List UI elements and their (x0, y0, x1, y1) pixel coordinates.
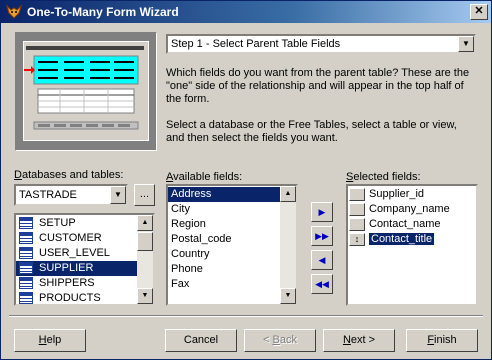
table-list-item[interactable]: SETUP (16, 216, 153, 231)
selected-fields-label: Selected fields: (346, 171, 421, 183)
table-name: SUPPLIER (39, 262, 94, 274)
close-button[interactable]: ✕ (470, 4, 488, 20)
instructions: Which fields do you want from the parent… (166, 67, 476, 158)
divider (9, 315, 483, 317)
available-field-item[interactable]: Region (168, 217, 296, 232)
selected-field-name: Contact_title (369, 233, 435, 245)
move-handle-icon[interactable]: ↕ (349, 232, 365, 246)
scroll-down-icon[interactable]: ▼ (280, 288, 296, 304)
scroll-up-icon[interactable]: ▲ (280, 186, 296, 202)
table-icon (19, 232, 33, 245)
table-name: USER_LEVEL (39, 247, 110, 259)
add-field-button[interactable]: ▶ (311, 202, 333, 222)
databases-label: Databases and tables: (14, 169, 124, 181)
cancel-button[interactable]: Cancel (165, 329, 237, 352)
available-field-item[interactable]: Phone (168, 262, 296, 277)
row-handle-icon[interactable] (349, 217, 365, 231)
table-name: CUSTOMER (39, 232, 102, 244)
step-dropdown-value: Step 1 - Select Parent Table Fields (171, 38, 341, 50)
table-list-item[interactable]: SHIPPERS (16, 276, 153, 291)
tables-scrollbar[interactable]: ▲ ▼ (137, 215, 153, 304)
row-handle-icon[interactable] (349, 187, 365, 201)
selected-field-name: Company_name (369, 203, 450, 215)
back-button[interactable]: < Back (244, 329, 316, 352)
table-list-item[interactable]: SUPPLIER (16, 261, 153, 276)
table-icon (19, 277, 33, 290)
available-fields-label: Available fields: (166, 171, 243, 183)
selected-field-name: Supplier_id (369, 188, 425, 200)
database-dropdown[interactable]: TASTRADE ▼ (14, 184, 128, 206)
available-fields-list[interactable]: Address City Region Postal_code Country Phone… (166, 184, 298, 306)
selected-fields-list[interactable]: Supplier_id Company_name Contact_name ↕ Cont… (346, 184, 478, 306)
help-button[interactable]: Help (14, 329, 86, 352)
table-icon (19, 292, 33, 304)
scroll-up-icon[interactable]: ▲ (137, 215, 153, 231)
database-dropdown-value: TASTRADE (19, 189, 77, 201)
window-title: One-To-Many Form Wizard (27, 5, 179, 19)
selected-field-item[interactable]: Supplier_id (348, 187, 476, 202)
fox-icon (6, 4, 22, 19)
scroll-down-icon[interactable]: ▼ (137, 288, 153, 304)
table-list-item[interactable]: USER_LEVEL (16, 246, 153, 261)
remove-field-button[interactable]: ◀ (311, 250, 333, 270)
available-field-item[interactable]: Fax (168, 277, 296, 292)
available-field-item[interactable]: Address (168, 187, 296, 202)
add-all-fields-button[interactable]: ▶▶ (311, 226, 333, 246)
available-scrollbar[interactable]: ▲ ▼ (280, 186, 296, 304)
table-list-item[interactable]: CUSTOMER (16, 231, 153, 246)
title-bar: One-To-Many Form Wizard ✕ (1, 1, 491, 23)
available-field-item[interactable]: City (168, 202, 296, 217)
step-dropdown[interactable]: Step 1 - Select Parent Table Fields ▼ (166, 34, 476, 54)
table-list-item[interactable]: PRODUCTS (16, 291, 153, 304)
available-field-item[interactable]: Postal_code (168, 232, 296, 247)
layout-preview-image (15, 32, 157, 151)
table-icon (19, 247, 33, 260)
selected-field-item[interactable]: Contact_name (348, 217, 476, 232)
available-field-item[interactable]: Country (168, 247, 296, 262)
wizard-window: One-To-Many Form Wizard ✕ Step 1 - Selec… (0, 0, 492, 360)
selected-field-item[interactable]: Company_name (348, 202, 476, 217)
chevron-down-icon[interactable]: ▼ (458, 36, 474, 52)
instructions-paragraph-2: Select a database or the Free Tables, se… (166, 119, 457, 144)
instructions-paragraph-1: Which fields do you want from the parent… (166, 67, 470, 105)
selected-field-item[interactable]: ↕ Contact_title (348, 232, 476, 247)
row-handle-icon[interactable] (349, 202, 365, 216)
tables-list[interactable]: SETUP CUSTOMER USER_LEVEL SUPPLIER SHIPPERS P… (14, 213, 155, 306)
scroll-thumb[interactable] (137, 232, 153, 251)
form-layout-icon (24, 46, 144, 130)
remove-all-fields-button[interactable]: ◀◀ (311, 274, 333, 294)
browse-database-button[interactable]: ... (134, 184, 155, 206)
table-icon (19, 262, 33, 275)
finish-button[interactable]: Finish (406, 329, 478, 352)
chevron-down-icon[interactable]: ▼ (110, 186, 126, 204)
table-icon (19, 217, 33, 230)
table-name: PRODUCTS (39, 292, 101, 304)
next-button[interactable]: Next > (323, 329, 395, 352)
selected-field-name: Contact_name (369, 218, 441, 230)
table-name: SETUP (39, 217, 76, 229)
table-name: SHIPPERS (39, 277, 95, 289)
